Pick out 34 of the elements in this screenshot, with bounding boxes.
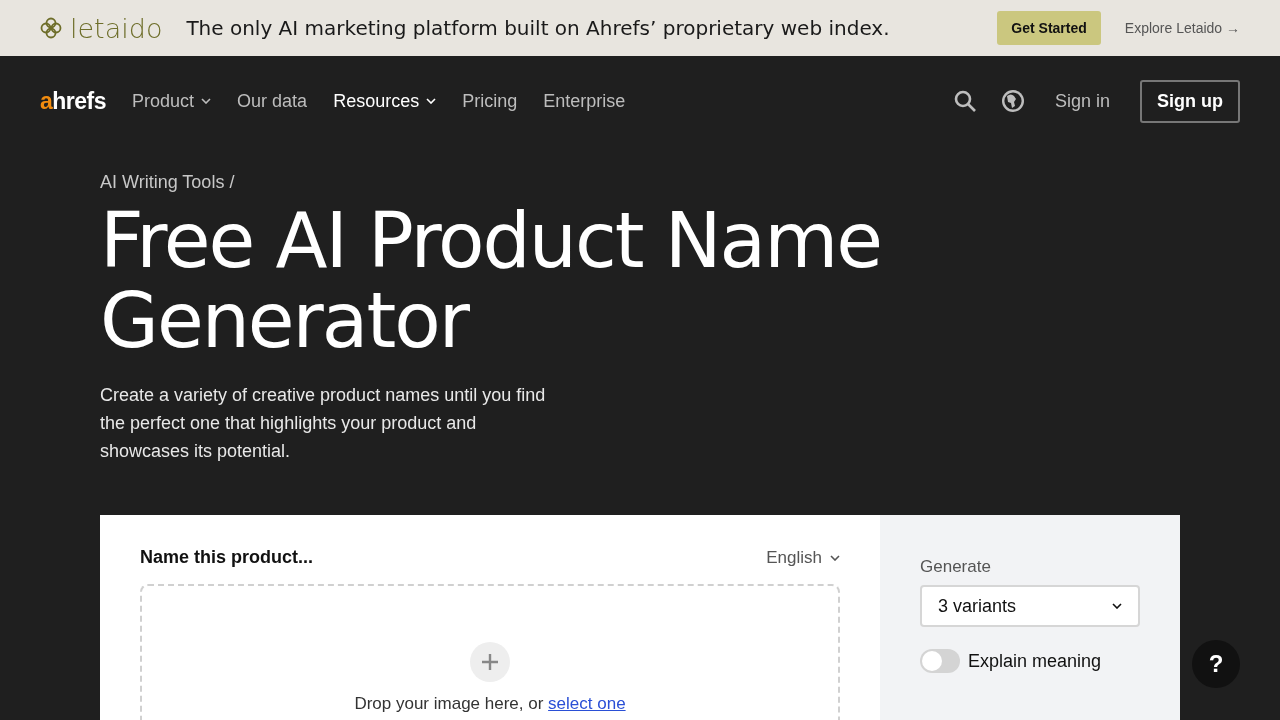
search-icon[interactable] [952,89,977,113]
nav-item[interactable]: Resources [333,90,437,112]
sign-up-button[interactable]: Sign up [1140,79,1240,123]
nav-item[interactable]: Our data [237,90,308,112]
help-button[interactable]: ? [1192,640,1240,688]
tool-heading: Name this product... [140,547,314,568]
explore-link[interactable]: Explore Letaido → [1124,20,1240,36]
banner-message: The only AI marketing platform built on Ahrefs’ proprietary web index. [186,16,891,40]
get-started-button[interactable]: Get Started [997,11,1101,45]
generate-label: Generate [920,557,992,577]
nav-item[interactable]: Pricing [462,90,518,112]
chevron-down-icon [830,554,840,561]
chevron-down-icon [1112,603,1122,609]
plus-icon [481,653,499,671]
toggle-label: Explain meaning [968,650,1102,672]
nav-item[interactable]: Enterprise [543,90,626,112]
toggle-switch[interactable] [920,649,960,673]
sign-in-link[interactable]: Sign in [1048,89,1116,113]
language-dropdown[interactable]: English [766,547,840,568]
select-one-link[interactable]: select one [548,694,626,713]
chevron-down-icon [426,98,437,104]
breadcrumb[interactable]: AI Writing Tools / [100,172,1180,193]
site-logo[interactable]: ahrefs [40,87,107,115]
page-title: Free AI Product Name Generator [100,201,882,361]
add-button[interactable] [470,642,510,682]
chevron-down-icon [201,98,212,104]
image-drop-zone[interactable]: Drop your image here, or select one [140,584,840,720]
globe-icon[interactable] [1000,89,1025,113]
clover-logo-icon [40,17,62,39]
variants-select[interactable]: 3 variants [920,585,1140,627]
page-description: Create a variety of creative product names until you find the perfect one that highlights your product and showcases its potential. [100,384,547,463]
brand-logo[interactable]: letaido [70,12,163,44]
nav-item[interactable]: Product [132,90,212,112]
drop-instructions: Drop your image here, or select one [354,694,626,714]
